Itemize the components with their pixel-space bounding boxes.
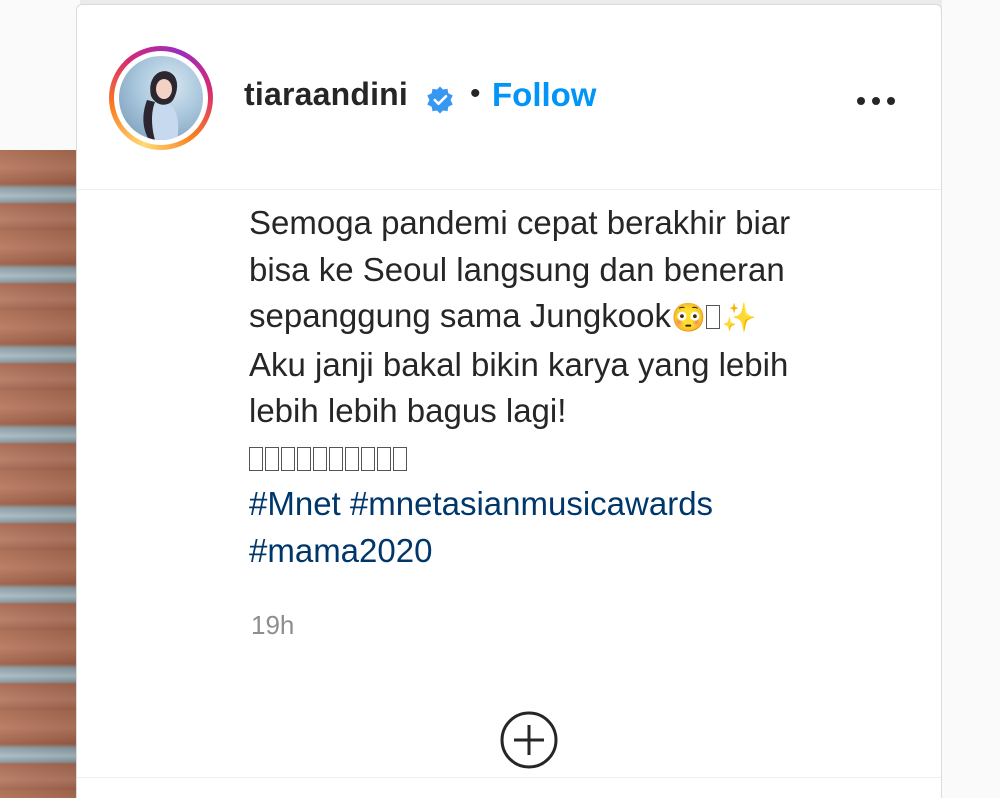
hashtag-line: #mama2020 — [249, 528, 889, 575]
instagram-post-screen: tiaraandini • Follow Semoga pandemi cepa… — [0, 0, 1000, 798]
hashtag-link[interactable]: #mnetasianmusicawards — [350, 485, 713, 522]
add-circle-icon[interactable] — [499, 710, 559, 770]
unrendered-glyph — [705, 305, 720, 329]
post-caption: Semoga pandemi cepat berakhir biar bisa … — [249, 200, 889, 574]
caption-line: Semoga pandemi cepat berakhir biar — [249, 204, 791, 241]
avatar[interactable] — [109, 46, 213, 150]
verified-badge-icon — [427, 86, 453, 114]
background-right — [942, 0, 1000, 798]
hashtag-link[interactable]: #mama2020 — [249, 532, 432, 569]
divider — [77, 777, 941, 778]
caption-line: Aku janji bakal bikin karya yang lebih — [249, 345, 789, 383]
caption-line: sepanggung sama Jungkook😳 ✨ — [249, 297, 757, 334]
sparkles-emoji-icon: ✨ — [721, 302, 757, 333]
follow-button[interactable]: Follow — [492, 76, 596, 114]
background-left-top — [0, 0, 80, 150]
post-photo-edge — [0, 150, 76, 798]
post-comments-panel: tiaraandini • Follow Semoga pandemi cepa… — [76, 4, 942, 798]
caption-line: bisa ke Seoul langsung dan beneran — [249, 250, 785, 288]
avatar-image — [119, 56, 203, 140]
separator-dot: • — [470, 77, 481, 110]
hashtag-link[interactable]: #Mnet — [249, 485, 341, 522]
post-header: tiaraandini • Follow — [77, 5, 941, 190]
caption-line: lebih lebih bagus lagi! — [249, 392, 567, 429]
hashtag-line: #Mnet #mnetasianmusicawards — [249, 481, 889, 528]
post-timestamp: 19h — [251, 610, 295, 640]
unrendered-emoji-row — [249, 435, 889, 482]
username[interactable]: tiaraandini — [244, 76, 408, 113]
more-options-icon[interactable] — [857, 93, 897, 109]
flushed-emoji-icon: 😳 — [670, 302, 706, 333]
